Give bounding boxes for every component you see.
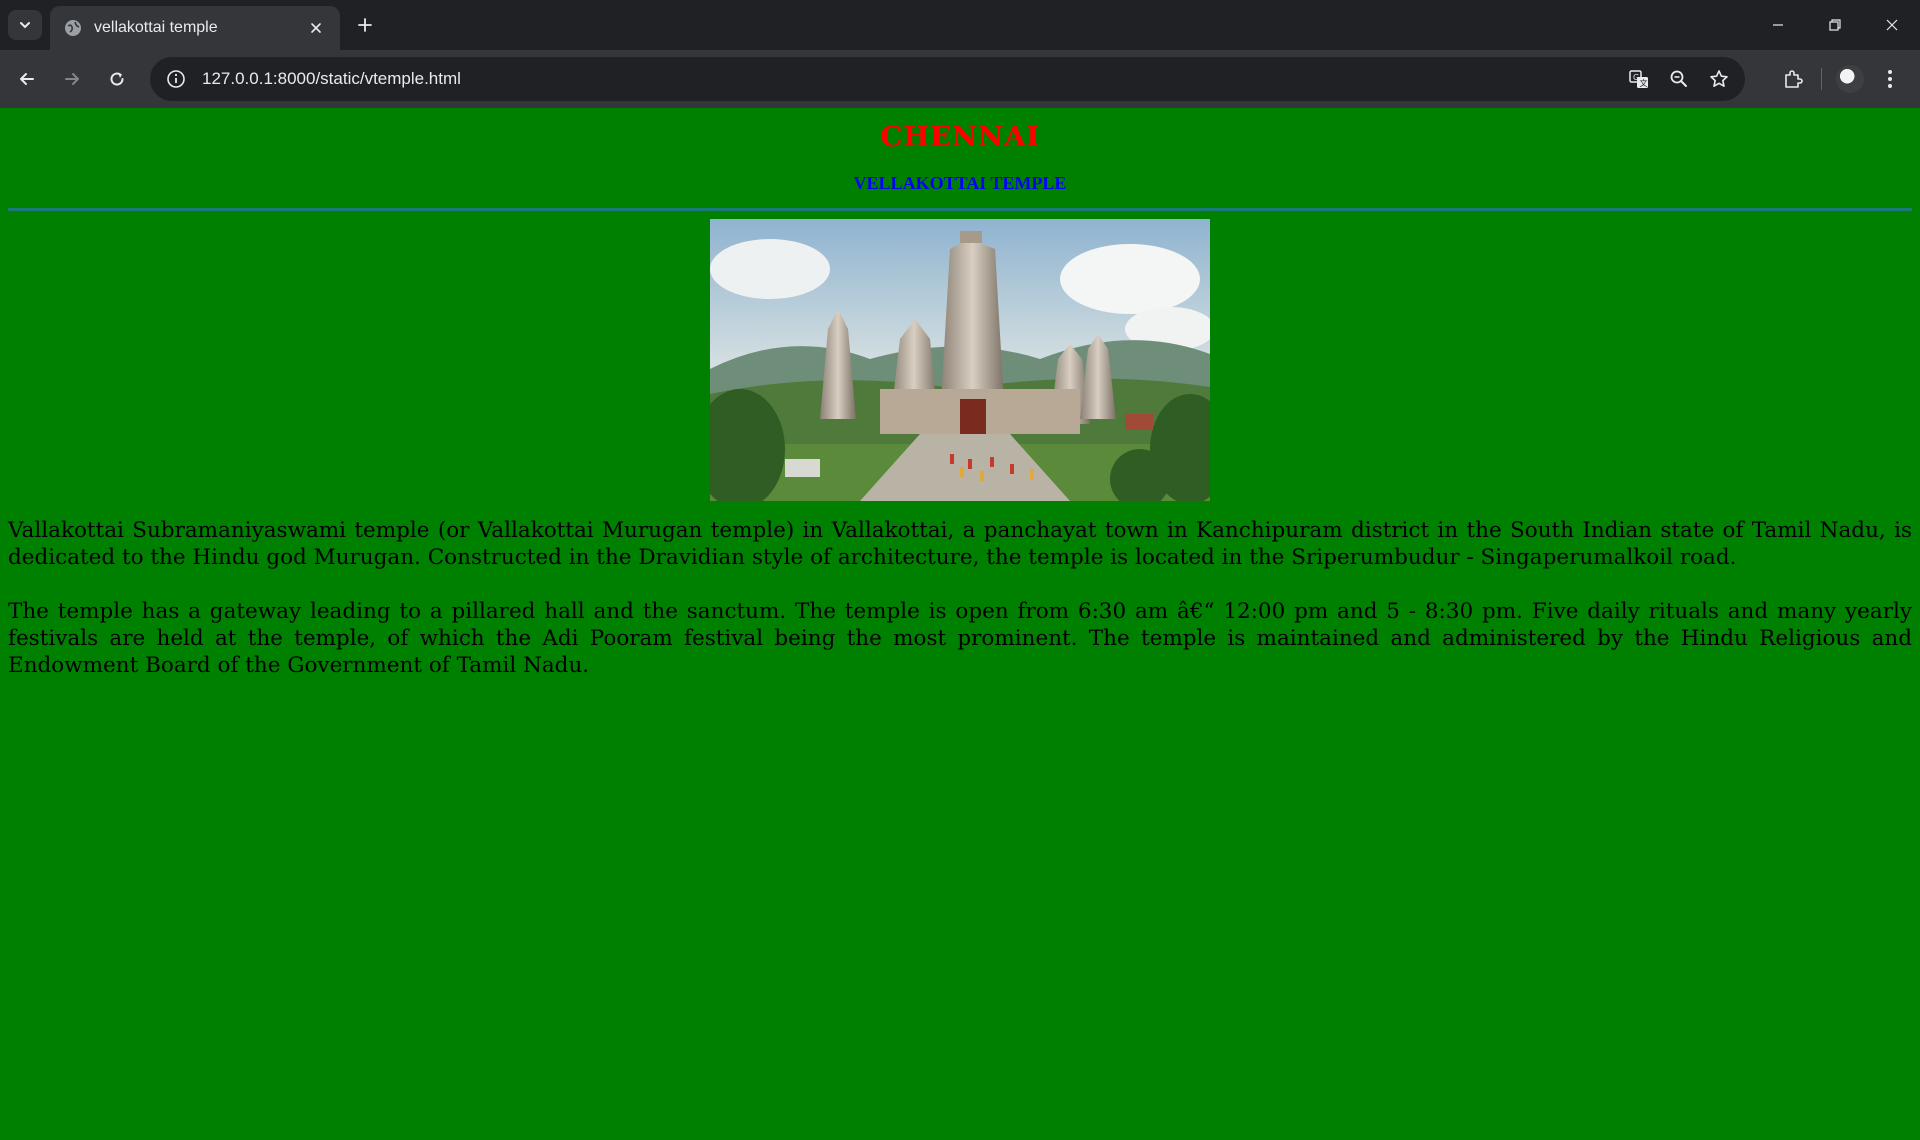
reload-icon (110, 72, 124, 86)
description-paragraph-1: Vallakottai Subramaniyaswami temple (or … (8, 518, 1912, 570)
svg-text:文: 文 (1640, 78, 1648, 88)
close-icon (1886, 19, 1897, 31)
url-text[interactable]: 127.0.0.1:8000/static/vtemple.html (202, 69, 1619, 89)
profile-button[interactable] (1830, 59, 1870, 99)
tab-search-button[interactable] (8, 10, 42, 40)
close-window-button[interactable] (1863, 0, 1920, 50)
window-controls (1749, 0, 1920, 50)
restore-button[interactable] (1806, 0, 1863, 50)
zoom-button[interactable] (1659, 59, 1699, 99)
reload-button[interactable] (102, 64, 132, 94)
tab-title: vellakottai temple (94, 19, 218, 36)
globe-icon (65, 20, 81, 36)
temple-heading: VELLAKOTTAI TEMPLE (853, 173, 1067, 193)
translate-button[interactable]: G 文 (1619, 59, 1659, 99)
toolbar-actions (1773, 59, 1910, 99)
kebab-menu-icon (1888, 70, 1892, 88)
translate-icon: G 文 (1629, 70, 1648, 88)
back-arrow-icon (20, 73, 34, 85)
restore-icon (1828, 19, 1841, 31)
description-paragraph-2: The temple has a gateway leading to a pi… (8, 599, 1912, 678)
close-icon[interactable] (304, 16, 328, 40)
star-icon (1710, 70, 1728, 87)
bookmark-button[interactable] (1699, 59, 1739, 99)
plus-icon (358, 18, 372, 32)
chevron-down-icon (20, 22, 30, 29)
page-content: CHENNAI VELLAKOTTAI TEMPLE Vallakottai S… (0, 108, 1920, 1140)
info-icon (167, 70, 185, 88)
zoom-out-icon (1670, 70, 1687, 87)
horizontal-rule (8, 208, 1912, 211)
svg-text:G: G (1633, 73, 1639, 82)
temple-image (710, 219, 1210, 501)
browser-toolbar: 127.0.0.1:8000/static/vtemple.html G 文 (0, 50, 1920, 108)
extensions-button[interactable] (1773, 59, 1813, 99)
puzzle-icon (1785, 70, 1803, 88)
menu-button[interactable] (1870, 59, 1910, 99)
avatar (1836, 65, 1864, 93)
back-button[interactable] (12, 64, 42, 94)
minimize-button[interactable] (1749, 0, 1806, 50)
forward-arrow-icon (65, 73, 79, 85)
address-bar[interactable]: 127.0.0.1:8000/static/vtemple.html G 文 (150, 57, 1745, 101)
site-info-button[interactable] (154, 57, 198, 101)
tab-strip: vellakottai temple (0, 0, 1920, 50)
new-tab-button[interactable] (352, 12, 378, 38)
toolbar-separator (1821, 68, 1822, 90)
active-tab[interactable]: vellakottai temple (50, 6, 340, 50)
forward-button[interactable] (57, 64, 87, 94)
city-heading: CHENNAI (880, 120, 1040, 153)
minimize-icon (1772, 24, 1783, 26)
